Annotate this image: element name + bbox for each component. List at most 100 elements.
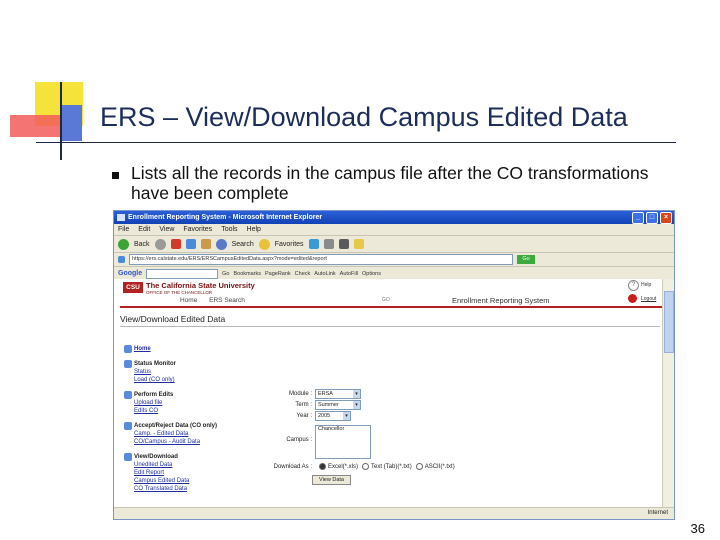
google-item[interactable]: AutoFill: [340, 271, 358, 277]
menu-view[interactable]: View: [159, 224, 174, 235]
nav-group-edits: Perform Edits Upload file Edits CO: [124, 391, 244, 415]
decor-blue-block: [60, 105, 82, 141]
go-button[interactable]: Go: [517, 255, 535, 264]
google-search-input[interactable]: [146, 268, 219, 279]
term-select[interactable]: Summer ▾: [315, 400, 361, 410]
module-label: Module :: [288, 391, 312, 397]
nav-home-link[interactable]: Home: [180, 297, 197, 304]
nav-home[interactable]: Home: [134, 345, 151, 353]
year-select[interactable]: 2005 ▾: [315, 411, 351, 421]
nav-group-view: View/Download Unedited Data Edit Report …: [124, 453, 244, 493]
menu-tools[interactable]: Tools: [221, 224, 237, 235]
google-item[interactable]: AutoLink: [314, 271, 335, 277]
chevron-down-icon: ▾: [353, 401, 360, 409]
page-content: CSU The California State University OFFI…: [114, 279, 665, 507]
maximize-button[interactable]: □: [646, 212, 658, 224]
tab-option: Text (Tab)(*.txt): [371, 463, 412, 470]
nav-link-edited[interactable]: Camp. - Edited Data: [124, 430, 244, 438]
google-item[interactable]: Bookmarks: [233, 271, 261, 277]
help-link[interactable]: Help: [641, 282, 651, 288]
page-heading: View/Download Edited Data: [120, 314, 226, 324]
help-icon[interactable]: ?: [628, 280, 639, 291]
favorites-label[interactable]: Favorites: [275, 241, 304, 248]
menu-favorites[interactable]: Favorites: [183, 224, 212, 235]
google-item[interactable]: Check: [295, 271, 311, 277]
heading-divider: [120, 326, 660, 327]
google-item[interactable]: Go: [222, 271, 229, 277]
nav-link-edits-co[interactable]: Edits CO: [124, 407, 244, 415]
bullet-marker: [112, 172, 119, 179]
close-button[interactable]: ×: [660, 212, 672, 224]
view-data-button[interactable]: View Data: [312, 475, 351, 485]
ascii-option: ASCII(*.txt): [424, 463, 455, 470]
csu-nav: Home ERS Search: [180, 297, 255, 304]
mail-icon[interactable]: [323, 239, 334, 249]
nav-link-unedited[interactable]: Unedited Data: [124, 461, 244, 469]
vertical-scrollbar[interactable]: [662, 279, 674, 507]
csu-go-button[interactable]: GO: [382, 297, 390, 303]
campus-value: Chancellor: [318, 426, 345, 432]
decor-horizontal-line: [36, 142, 676, 143]
home-icon: [124, 345, 132, 353]
menu-help[interactable]: Help: [247, 224, 261, 235]
refresh-icon[interactable]: [185, 239, 196, 249]
address-bar: https://ers.calstate.edu/ERS/ERSCampusEd…: [114, 253, 674, 267]
google-item[interactable]: PageRank: [265, 271, 291, 277]
logout-icon[interactable]: [628, 294, 637, 303]
ascii-radio[interactable]: [415, 463, 423, 470]
accept-icon: [124, 422, 132, 430]
minimize-button[interactable]: _: [632, 212, 644, 224]
excel-radio[interactable]: [319, 463, 326, 470]
folder-icon[interactable]: [353, 239, 364, 249]
media-icon[interactable]: [308, 239, 319, 249]
menu-file[interactable]: File: [118, 224, 129, 235]
year-value: 2005: [318, 413, 331, 419]
slide-title: ERS – View/Download Campus Edited Data: [100, 102, 628, 132]
nav-group-label: View/Download: [134, 454, 178, 460]
google-item[interactable]: Options: [362, 271, 381, 277]
campus-listbox[interactable]: Chancellor: [315, 425, 371, 459]
system-name: Enrollment Reporting System: [452, 296, 550, 305]
scroll-thumb[interactable]: [664, 291, 674, 353]
status-zone: Internet: [647, 510, 668, 516]
menu-bar: File Edit View Favorites Tools Help: [114, 224, 674, 236]
window-titlebar: Enrollment Reporting System - Microsoft …: [114, 211, 674, 224]
module-select[interactable]: ERSA ▾: [315, 389, 361, 399]
term-label: Term :: [295, 402, 312, 408]
search-icon[interactable]: [215, 238, 227, 250]
bullet-text: Lists all the records in the campus file…: [131, 163, 649, 203]
monitor-icon: [124, 360, 132, 368]
chevron-down-icon: ▾: [343, 412, 350, 420]
forward-icon[interactable]: [154, 238, 166, 250]
header-divider: [120, 306, 665, 308]
nav-link-campus-edited[interactable]: Campus Edited Data: [124, 477, 244, 485]
nav-group-accept: Accept/Reject Data (CO only) Camp. - Edi…: [124, 422, 244, 446]
nav-link-status[interactable]: Status: [124, 368, 244, 376]
favorites-icon[interactable]: [258, 238, 270, 250]
home-icon[interactable]: [200, 239, 211, 249]
nav-link-load[interactable]: Load (CO only): [124, 376, 244, 384]
back-label[interactable]: Back: [134, 241, 150, 248]
address-input[interactable]: https://ers.calstate.edu/ERS/ERSCampusEd…: [129, 254, 513, 265]
search-label[interactable]: Search: [232, 241, 254, 248]
stop-icon[interactable]: [170, 239, 181, 249]
menu-edit[interactable]: Edit: [138, 224, 150, 235]
csu-name: The California State University: [146, 281, 255, 290]
status-bar: Internet: [114, 507, 674, 519]
nav-group-label: Perform Edits: [134, 392, 174, 398]
print-icon[interactable]: [338, 239, 349, 249]
nav-link-upload[interactable]: Upload file: [124, 399, 244, 407]
csu-header: CSU The California State University OFFI…: [120, 279, 665, 308]
nav-search-link[interactable]: ERS Search: [209, 297, 245, 304]
nav-link-co-translated[interactable]: CO Translated Data: [124, 485, 244, 493]
nav-group-home: Home: [124, 345, 244, 353]
nav-link-audit[interactable]: CO/Campus - Audit Data: [124, 438, 244, 446]
logout-link[interactable]: Logout: [641, 296, 656, 302]
module-value: ERSA: [318, 391, 333, 397]
tab-radio[interactable]: [362, 463, 370, 470]
left-nav: Home Status Monitor Status Load (CO only…: [124, 345, 244, 500]
back-icon[interactable]: [118, 238, 129, 250]
download-icon: [124, 453, 132, 461]
page-number: 36: [690, 521, 705, 536]
nav-link-edit-report[interactable]: Edit Report: [124, 469, 244, 477]
